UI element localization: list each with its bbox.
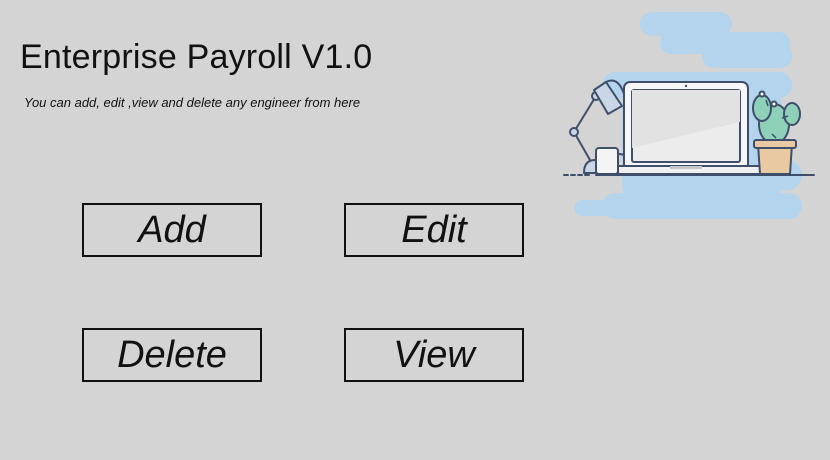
view-button[interactable]: View: [344, 328, 524, 382]
laptop-icon: [617, 81, 773, 175]
edit-button[interactable]: Edit: [344, 203, 524, 257]
page-title: Enterprise Payroll V1.0: [20, 38, 373, 76]
add-button[interactable]: Add: [82, 203, 262, 257]
plant-pot-icon: [753, 139, 797, 175]
delete-button[interactable]: Delete: [82, 328, 262, 382]
page-subtitle: You can add, edit ,view and delete any e…: [24, 95, 361, 110]
laptop-desk-illustration: [562, 10, 822, 225]
